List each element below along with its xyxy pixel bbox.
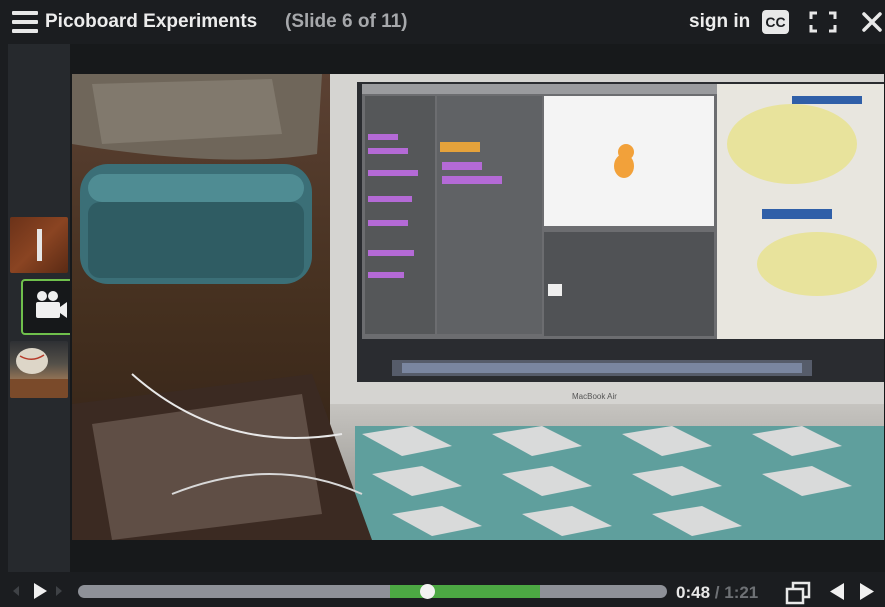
skip-forward-icon[interactable] [56, 586, 62, 596]
current-time: 0:48 [676, 583, 711, 602]
previous-slide-icon[interactable] [828, 582, 846, 601]
slide-thumbnail-video[interactable] [21, 279, 77, 335]
video-camera-icon [36, 291, 67, 318]
closed-captions-button[interactable]: CC [762, 10, 789, 34]
time-separator: / [714, 583, 720, 602]
fullscreen-icon[interactable] [808, 10, 838, 34]
next-slide-icon[interactable] [858, 582, 876, 601]
slide-thumbnail-text[interactable] [10, 217, 68, 273]
progress-bar[interactable] [78, 585, 667, 598]
time-display: 0:48 / 1:21 [676, 583, 758, 603]
laptop-brand: MacBook Air [572, 392, 617, 401]
total-time: 1:21 [724, 583, 759, 602]
page-title: Picoboard Experiments [45, 11, 258, 32]
popout-icon[interactable] [785, 581, 811, 605]
slide-indicator: (Slide 6 of 11) [285, 11, 408, 32]
baseball-image [10, 348, 68, 398]
played-segment [390, 585, 541, 598]
skip-back-icon[interactable] [13, 586, 19, 596]
close-icon[interactable] [860, 10, 884, 34]
sign-in-link[interactable]: sign in [689, 11, 750, 33]
video-content: MacBook Air [72, 74, 884, 540]
slide-thumbnail-image[interactable] [10, 341, 68, 398]
video-frame[interactable]: MacBook Air [72, 74, 884, 540]
top-bar: Picoboard Experiments (Slide 6 of 11) si… [0, 0, 885, 44]
menu-icon[interactable] [12, 11, 38, 33]
play-icon[interactable] [32, 582, 48, 600]
